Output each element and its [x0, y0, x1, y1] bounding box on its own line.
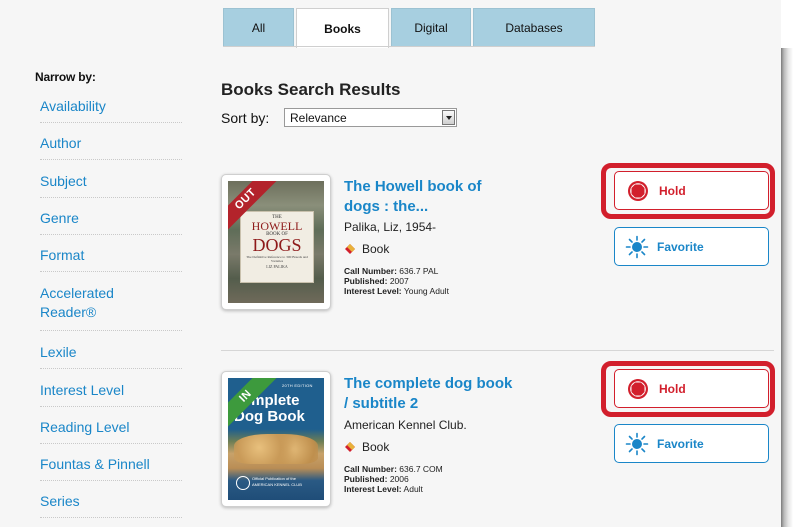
window-shadow-top	[781, 0, 793, 48]
app-window: All Books Digital Databases Narrow by: A…	[0, 0, 781, 527]
format-label: Book	[362, 242, 390, 256]
facet-divider	[40, 234, 182, 235]
sort-selected-value: Relevance	[290, 111, 347, 125]
published-label: Published:	[344, 474, 388, 484]
hold-button[interactable]: Hold	[614, 171, 769, 210]
hold-button[interactable]: Hold	[614, 369, 769, 408]
interest-level-value: Young Adult	[403, 286, 449, 296]
book-icon	[345, 244, 355, 254]
cover-text: Dog Book	[234, 408, 305, 425]
facet-availability[interactable]: Availability	[40, 97, 182, 116]
published-label: Published:	[344, 276, 388, 286]
result-title-link[interactable]: The Howell book of dogs : the...	[344, 177, 514, 217]
cover-seal	[236, 476, 250, 490]
facet-author[interactable]: Author	[40, 134, 182, 153]
facet-lexile[interactable]: Lexile	[40, 343, 182, 362]
hold-label: Hold	[659, 381, 686, 396]
facet-divider	[40, 330, 182, 331]
cover-text: LIZ PALIKA	[266, 264, 288, 269]
cover-text: HOWELL	[251, 219, 303, 233]
facet-divider	[40, 159, 182, 160]
narrow-by-heading: Narrow by:	[35, 70, 96, 84]
facet-divider	[40, 517, 182, 518]
published-value: 2006	[389, 474, 409, 484]
call-number-value: 636.7 PAL	[399, 266, 439, 276]
sunburst-star-icon	[625, 432, 649, 455]
book-cover[interactable]: 20TH EDITION omplete Dog Book Official P…	[221, 371, 331, 507]
sunburst-star-icon	[625, 235, 649, 258]
result-meta: Call Number: 636.7 PAL Published: 2007 I…	[344, 266, 449, 296]
cover-image: THE HOWELL BOOK OF DOGS The Definitive R…	[228, 181, 324, 303]
facet-genre[interactable]: Genre	[40, 209, 182, 228]
sort-label: Sort by:	[221, 110, 270, 126]
tab-digital[interactable]: Digital	[391, 8, 471, 46]
result-format: Book	[344, 440, 389, 454]
window-shadow	[781, 0, 793, 527]
cover-dogs	[234, 434, 318, 464]
format-label: Book	[362, 440, 390, 454]
facet-series[interactable]: Series	[40, 492, 182, 511]
favorite-button[interactable]: Favorite	[614, 227, 769, 266]
facet-reading-level[interactable]: Reading Level	[40, 418, 182, 437]
facet-divider	[40, 368, 182, 369]
favorite-label: Favorite	[657, 436, 704, 451]
tab-databases[interactable]: Databases	[473, 8, 595, 46]
call-number-value: 636.7 COM	[399, 464, 443, 474]
cover-text: DOGS	[252, 235, 302, 255]
cover-text: 20TH EDITION	[282, 383, 313, 388]
facet-accelerated-reader[interactable]: Accelerated Reader®	[40, 284, 160, 322]
facet-fountas-pinnell[interactable]: Fountas & Pinnell	[40, 455, 182, 474]
facet-divider	[40, 480, 182, 481]
favorite-button[interactable]: Favorite	[614, 424, 769, 463]
facet-divider	[40, 197, 182, 198]
facet-divider	[40, 443, 182, 444]
cover-text: The Definitive Reference to 300 Breeds a…	[246, 255, 308, 263]
interest-level-label: Interest Level:	[344, 484, 402, 494]
hold-label: Hold	[659, 183, 686, 198]
facet-interest-level[interactable]: Interest Level	[40, 381, 182, 400]
stop-octagon-icon	[628, 378, 648, 399]
cover-title-panel: THE HOWELL BOOK OF DOGS The Definitive R…	[240, 211, 314, 283]
call-number-label: Call Number:	[344, 266, 397, 276]
interest-level-label: Interest Level:	[344, 286, 402, 296]
tab-all[interactable]: All	[223, 8, 294, 46]
published-value: 2007	[389, 276, 409, 286]
result-meta: Call Number: 636.7 COM Published: 2006 I…	[344, 464, 443, 494]
cover-text: Official Publication of the	[252, 476, 296, 481]
facet-divider	[40, 406, 182, 407]
sort-select[interactable]: Relevance	[284, 108, 457, 127]
tab-books[interactable]: Books	[296, 8, 389, 48]
facet-divider	[40, 271, 182, 272]
result-format: Book	[344, 242, 389, 256]
cover-image: 20TH EDITION omplete Dog Book Official P…	[228, 378, 324, 500]
call-number-label: Call Number:	[344, 464, 397, 474]
result-author: American Kennel Club.	[344, 418, 467, 432]
interest-level-value: Adult	[403, 484, 423, 494]
chevron-down-icon[interactable]	[442, 110, 455, 125]
stop-octagon-icon	[628, 180, 648, 201]
facet-subject[interactable]: Subject	[40, 172, 182, 191]
facet-divider	[40, 122, 182, 123]
page-title: Books Search Results	[221, 80, 401, 99]
cover-text: AMERICAN KENNEL CLUB	[252, 482, 302, 487]
tab-divider	[223, 46, 595, 47]
book-cover[interactable]: THE HOWELL BOOK OF DOGS The Definitive R…	[221, 174, 331, 310]
facet-format[interactable]: Format	[40, 246, 182, 265]
result-divider	[221, 350, 774, 351]
favorite-label: Favorite	[657, 239, 704, 254]
book-icon	[345, 442, 355, 452]
result-title-link[interactable]: The complete dog book / subtitle 2	[344, 374, 514, 414]
result-author: Palika, Liz, 1954-	[344, 220, 437, 234]
